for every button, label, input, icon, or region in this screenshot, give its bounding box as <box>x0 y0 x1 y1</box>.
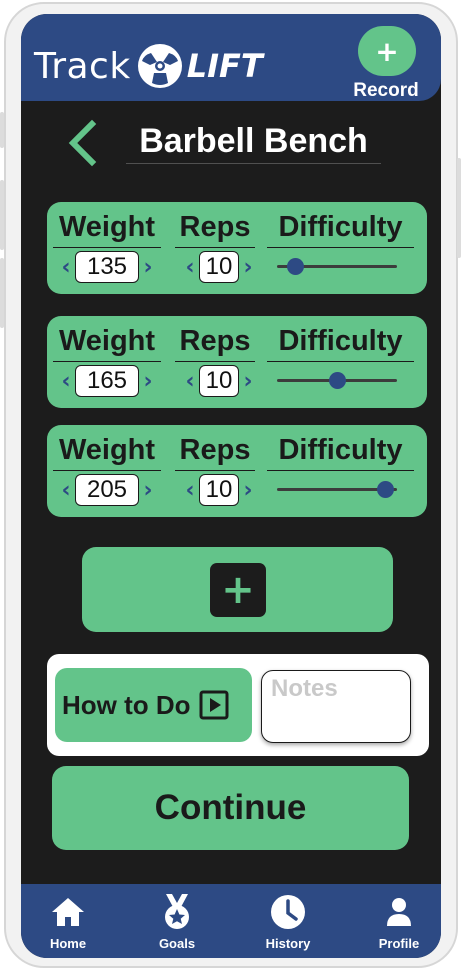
weight-value[interactable]: 135 <box>75 251 139 283</box>
weight-header: Weight <box>53 210 161 248</box>
difficulty-slider[interactable] <box>277 481 397 498</box>
side-button <box>457 158 461 258</box>
difficulty-slider[interactable] <box>277 372 397 389</box>
weight-stepper: ‹ 135 › <box>59 250 155 284</box>
app-screen: Track LIFT + Record Barbell Bench Weight… <box>21 14 441 958</box>
nav-history-label: History <box>265 936 311 951</box>
increment-chevron-icon[interactable]: › <box>241 369 255 394</box>
decrement-chevron-icon[interactable]: ‹ <box>183 478 197 503</box>
decrement-chevron-icon[interactable]: ‹ <box>183 369 197 394</box>
reps-stepper: ‹ 10 › <box>183 364 255 398</box>
weight-stepper: ‹ 205 › <box>59 473 155 507</box>
difficulty-header: Difficulty <box>267 210 414 248</box>
side-button <box>0 258 4 328</box>
brand-lift-text: LIFT <box>186 47 263 85</box>
reps-stepper: ‹ 10 › <box>183 473 255 507</box>
add-set-button[interactable]: + <box>82 547 393 632</box>
notes-placeholder: Notes <box>271 675 338 702</box>
weight-value[interactable]: 205 <box>75 474 139 506</box>
increment-chevron-icon[interactable]: › <box>241 255 255 280</box>
nav-profile[interactable]: Profile <box>359 892 439 951</box>
increment-chevron-icon[interactable]: › <box>141 478 155 503</box>
exercise-title: Barbell Bench <box>126 118 381 164</box>
clock-icon <box>271 895 305 929</box>
decrement-chevron-icon[interactable]: ‹ <box>59 369 73 394</box>
increment-chevron-icon[interactable]: › <box>141 255 155 280</box>
reps-stepper: ‹ 10 › <box>183 250 255 284</box>
record-button[interactable]: + <box>358 26 416 76</box>
slider-thumb[interactable] <box>329 372 346 389</box>
weight-value[interactable]: 165 <box>75 365 139 397</box>
medal-icon <box>165 894 189 929</box>
side-button <box>0 112 4 148</box>
nav-goals-label: Goals <box>158 936 196 951</box>
decrement-chevron-icon[interactable]: ‹ <box>59 255 73 280</box>
back-chevron-icon[interactable] <box>65 118 101 168</box>
reps-header: Reps <box>175 433 255 471</box>
set-card: Weight Reps Difficulty ‹ 135 › ‹ 10 › <box>47 202 427 294</box>
side-button <box>0 180 4 250</box>
bottom-nav: Home Goals History Profile <box>21 884 441 958</box>
brand-logo: Track LIFT <box>34 38 263 94</box>
weight-header: Weight <box>53 324 161 362</box>
nav-history[interactable]: History <box>248 892 328 951</box>
nav-profile-label: Profile <box>378 936 420 951</box>
plus-icon: + <box>210 563 266 617</box>
slider-thumb[interactable] <box>287 258 304 275</box>
record-label: Record <box>353 80 419 101</box>
nav-goals[interactable]: Goals <box>137 892 217 951</box>
how-to-do-button[interactable]: How to Do <box>55 668 252 742</box>
plus-icon: + <box>375 34 399 68</box>
reps-header: Reps <box>175 324 255 362</box>
notes-input[interactable]: Notes <box>261 670 411 743</box>
set-card: Weight Reps Difficulty ‹ 165 › ‹ 10 › <box>47 316 427 408</box>
difficulty-header: Difficulty <box>267 324 414 362</box>
increment-chevron-icon[interactable]: › <box>241 478 255 503</box>
weight-plate-icon <box>137 44 182 88</box>
reps-value[interactable]: 10 <box>199 251 239 283</box>
weight-header: Weight <box>53 433 161 471</box>
person-icon <box>387 898 411 926</box>
set-card: Weight Reps Difficulty ‹ 205 › ‹ 10 › <box>47 425 427 517</box>
decrement-chevron-icon[interactable]: ‹ <box>59 478 73 503</box>
continue-button[interactable]: Continue <box>52 766 409 850</box>
brand-track-text: Track <box>34 45 131 87</box>
info-panel: How to Do Notes <box>47 654 429 756</box>
how-to-do-label: How to Do <box>62 689 191 720</box>
home-icon <box>52 898 84 926</box>
weight-stepper: ‹ 165 › <box>59 364 155 398</box>
reps-value[interactable]: 10 <box>199 474 239 506</box>
increment-chevron-icon[interactable]: › <box>141 369 155 394</box>
difficulty-header: Difficulty <box>267 433 414 471</box>
reps-header: Reps <box>175 210 255 248</box>
nav-home-label: Home <box>49 936 87 951</box>
difficulty-slider[interactable] <box>277 258 397 275</box>
nav-home[interactable]: Home <box>28 892 108 951</box>
reps-value[interactable]: 10 <box>199 365 239 397</box>
play-icon <box>199 690 229 720</box>
decrement-chevron-icon[interactable]: ‹ <box>183 255 197 280</box>
slider-thumb[interactable] <box>377 481 394 498</box>
app-header: Track LIFT + Record <box>21 14 441 101</box>
